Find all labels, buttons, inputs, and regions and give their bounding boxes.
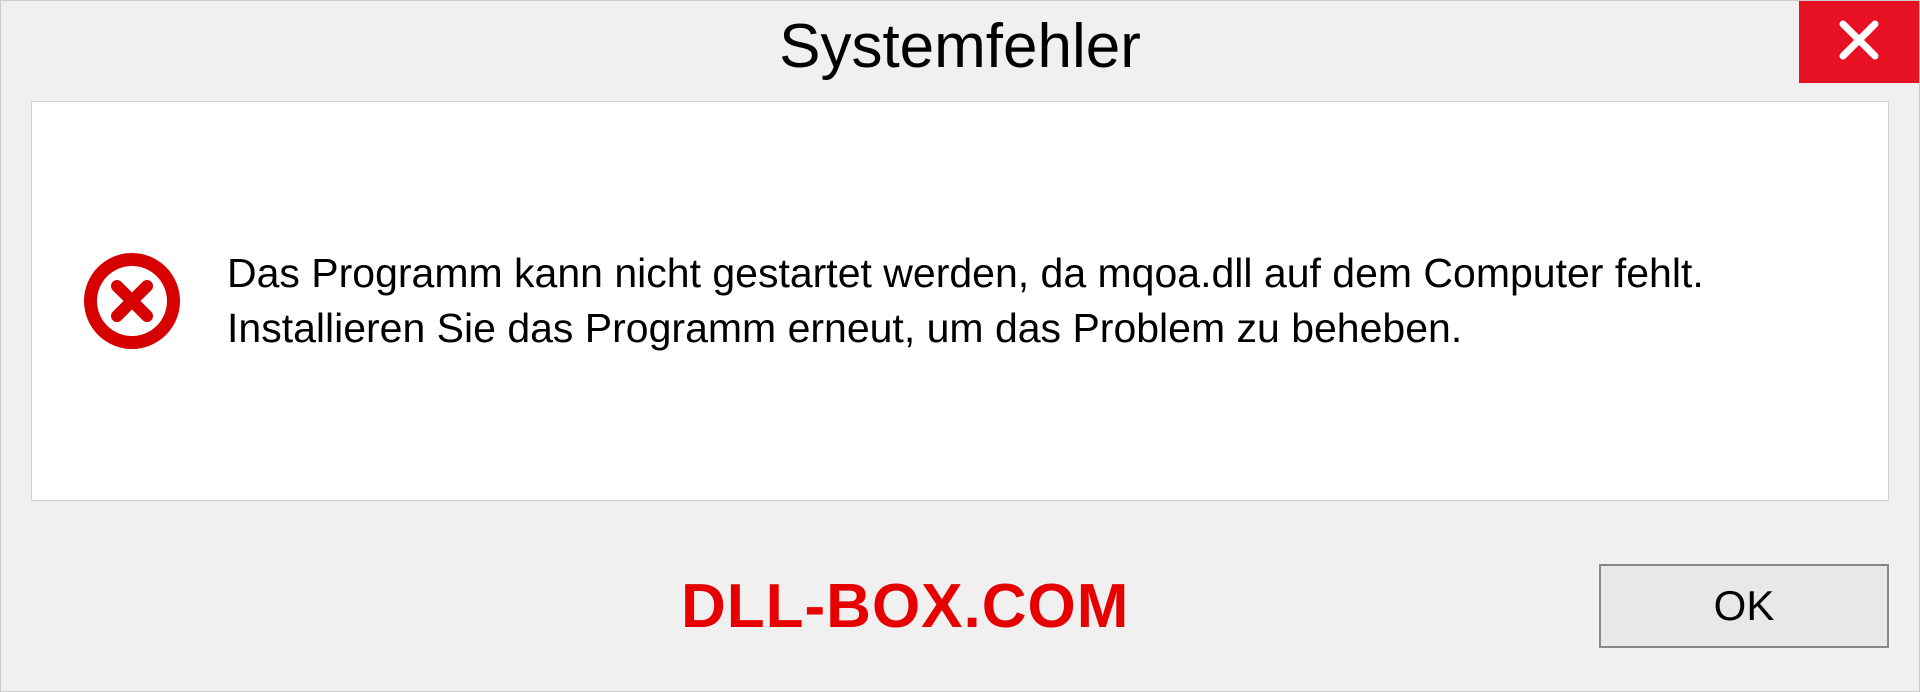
watermark-text: DLL-BOX.COM — [681, 571, 1129, 642]
error-message: Das Programm kann nicht gestartet werden… — [227, 246, 1838, 357]
error-dialog: Systemfehler Das Programm kann nicht ges… — [0, 0, 1920, 692]
dialog-footer: DLL-BOX.COM OK — [1, 521, 1919, 691]
content-area: Das Programm kann nicht gestartet werden… — [31, 101, 1889, 501]
error-icon — [82, 251, 182, 351]
dialog-title: Systemfehler — [779, 11, 1141, 82]
close-icon — [1837, 18, 1881, 67]
title-bar: Systemfehler — [1, 1, 1919, 91]
close-button[interactable] — [1799, 1, 1919, 83]
ok-button[interactable]: OK — [1599, 564, 1889, 648]
